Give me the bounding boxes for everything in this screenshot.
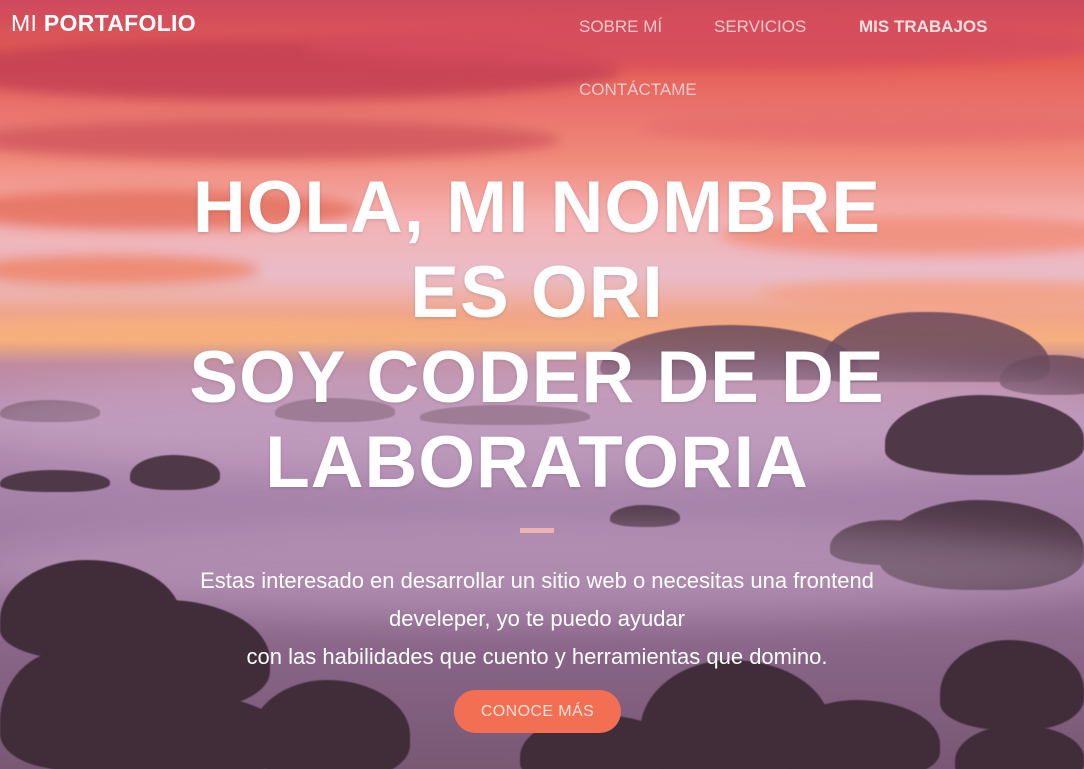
hero-lead-line: con las habilidades que cuento y herrami… — [246, 644, 828, 669]
hero-title-line: SOY CODER DE DE — [189, 337, 885, 418]
hero-lead-line: develeper, yo te puedo ayudar — [388, 606, 685, 631]
hero-title: HOLA, MI NOMBRE ES ORI SOY CODER DE DE L… — [0, 165, 1074, 505]
nav-link-servicios[interactable]: SERVICIOS — [714, 17, 806, 37]
brand-name: PORTAFOLIO — [43, 10, 196, 36]
hero-lead-line: Estas interesado en desarrollar un sitio… — [200, 568, 874, 593]
brand-logo[interactable]: MI PORTAFOLIO — [11, 10, 196, 37]
nav-link-mis-trabajos[interactable]: MIS TRABAJOS — [859, 17, 987, 37]
hero-divider — [520, 528, 554, 533]
hero-title-line: HOLA, MI NOMBRE — [192, 167, 882, 248]
hero-title-line: ES ORI — [410, 252, 664, 333]
brand-prefix: MI — [11, 10, 38, 36]
hero-title-line: LABORATORIA — [265, 422, 809, 503]
hero-lead-text: Estas interesado en desarrollar un sitio… — [60, 562, 1014, 676]
nav-link-sobre-mi[interactable]: SOBRE MÍ — [579, 17, 662, 37]
conoce-mas-button[interactable]: CONOCE MÁS — [454, 690, 621, 733]
nav-link-contactame[interactable]: CONTÁCTAME — [579, 80, 697, 100]
